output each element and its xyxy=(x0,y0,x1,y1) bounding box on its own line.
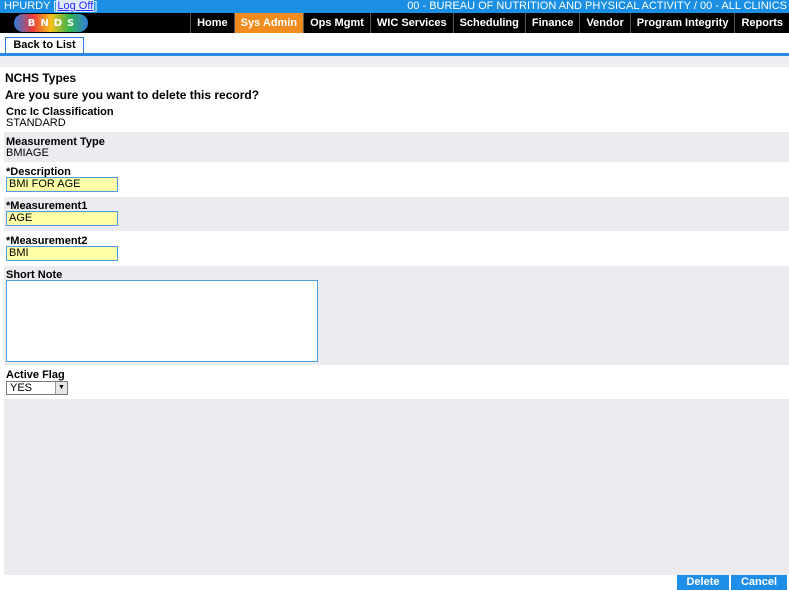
active-flag-select[interactable]: YES ▼ xyxy=(6,381,68,395)
nav-vendor[interactable]: Vendor xyxy=(579,13,629,33)
cancel-button[interactable]: Cancel xyxy=(731,575,787,590)
nav-home[interactable]: Home xyxy=(190,13,234,33)
nav-menu: Home Sys Admin Ops Mgmt WIC Services Sch… xyxy=(190,13,789,33)
delete-button[interactable]: Delete xyxy=(677,575,729,590)
logo-letter: B xyxy=(27,17,36,29)
user-info: HPURDY [Log Off] xyxy=(4,0,98,12)
measurement2-input[interactable]: BMI xyxy=(6,246,118,261)
nav-scheduling[interactable]: Scheduling xyxy=(452,13,525,33)
classification-value: STANDARD xyxy=(6,117,66,129)
form-footer-area xyxy=(4,399,789,575)
measurement1-input[interactable]: AGE xyxy=(6,211,118,226)
main-navigation: B N D S Home Sys Admin Ops Mgmt WIC Serv… xyxy=(0,13,789,33)
delete-confirmation-message: Are you sure you want to delete this rec… xyxy=(5,88,260,102)
page-title: NCHS Types xyxy=(5,71,77,85)
active-flag-label: Active Flag xyxy=(6,369,65,381)
active-flag-row: Active Flag YES ▼ xyxy=(4,365,789,399)
measurement2-row: *Measurement2 BMI xyxy=(4,231,789,266)
back-to-list-button[interactable]: Back to List xyxy=(5,37,84,54)
measurement-type-value: BMIAGE xyxy=(6,147,49,159)
description-input[interactable]: BMI FOR AGE xyxy=(6,177,118,192)
short-note-row: Short Note xyxy=(4,266,789,365)
username: HPURDY xyxy=(4,0,51,12)
classification-row: Cnc Ic Classification STANDARD xyxy=(4,104,789,132)
nav-program-integrity[interactable]: Program Integrity xyxy=(629,13,735,33)
bnds-logo: B N D S xyxy=(14,14,88,32)
measurement1-row: *Measurement1 AGE xyxy=(4,197,789,231)
nav-finance[interactable]: Finance xyxy=(524,13,580,33)
nav-sys-admin[interactable]: Sys Admin xyxy=(233,13,304,33)
chevron-down-icon[interactable]: ▼ xyxy=(55,382,67,394)
short-note-textarea[interactable] xyxy=(6,280,318,362)
logo-letter: D xyxy=(53,17,63,29)
nav-ops-mgmt[interactable]: Ops Mgmt xyxy=(303,13,370,33)
organization-info: 00 - BUREAU OF NUTRITION AND PHYSICAL AC… xyxy=(407,0,787,12)
header-strip xyxy=(0,56,789,67)
logoff-link[interactable]: Log Off xyxy=(56,0,95,12)
nav-reports[interactable]: Reports xyxy=(734,13,789,33)
logo-letter: S xyxy=(67,17,75,29)
top-status-bar: HPURDY [Log Off] 00 - BUREAU OF NUTRITIO… xyxy=(0,0,789,13)
toolbar xyxy=(0,33,789,53)
nav-wic-services[interactable]: WIC Services xyxy=(369,13,453,33)
measurement-type-row: Measurement Type BMIAGE xyxy=(4,132,789,162)
description-row: *Description BMI FOR AGE xyxy=(4,162,789,197)
active-flag-value: YES xyxy=(10,382,33,394)
logo-letter: N xyxy=(40,17,49,29)
